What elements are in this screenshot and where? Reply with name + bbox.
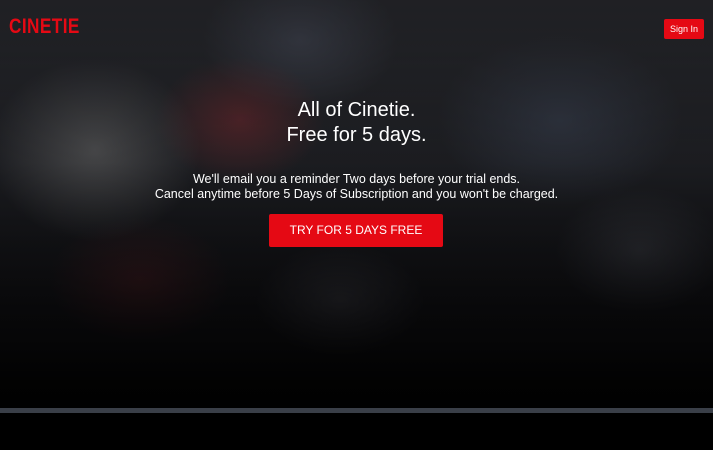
section-divider — [0, 408, 713, 413]
headline-line-1: All of Cinetie. — [297, 99, 416, 121]
cinetie-logo[interactable]: CINETIE — [9, 15, 80, 39]
subtext-line-2: Cancel anytime before 5 Days of Subscrip… — [154, 187, 559, 201]
hero-headline: All of Cinetie. Free for 5 days. — [0, 98, 713, 148]
hero-subtext: We'll email you a reminder Two days befo… — [0, 172, 713, 202]
try-free-button[interactable]: TRY FOR 5 DAYS FREE — [269, 214, 443, 247]
headline-line-2: Free for 5 days. — [286, 124, 427, 146]
subtext-line-1: We'll email you a reminder Two days befo… — [192, 172, 521, 186]
landing-page: CINETIE Sign In All of Cinetie. Free for… — [0, 0, 713, 450]
sign-in-button[interactable]: Sign In — [664, 19, 704, 39]
hero-background — [0, 0, 713, 408]
